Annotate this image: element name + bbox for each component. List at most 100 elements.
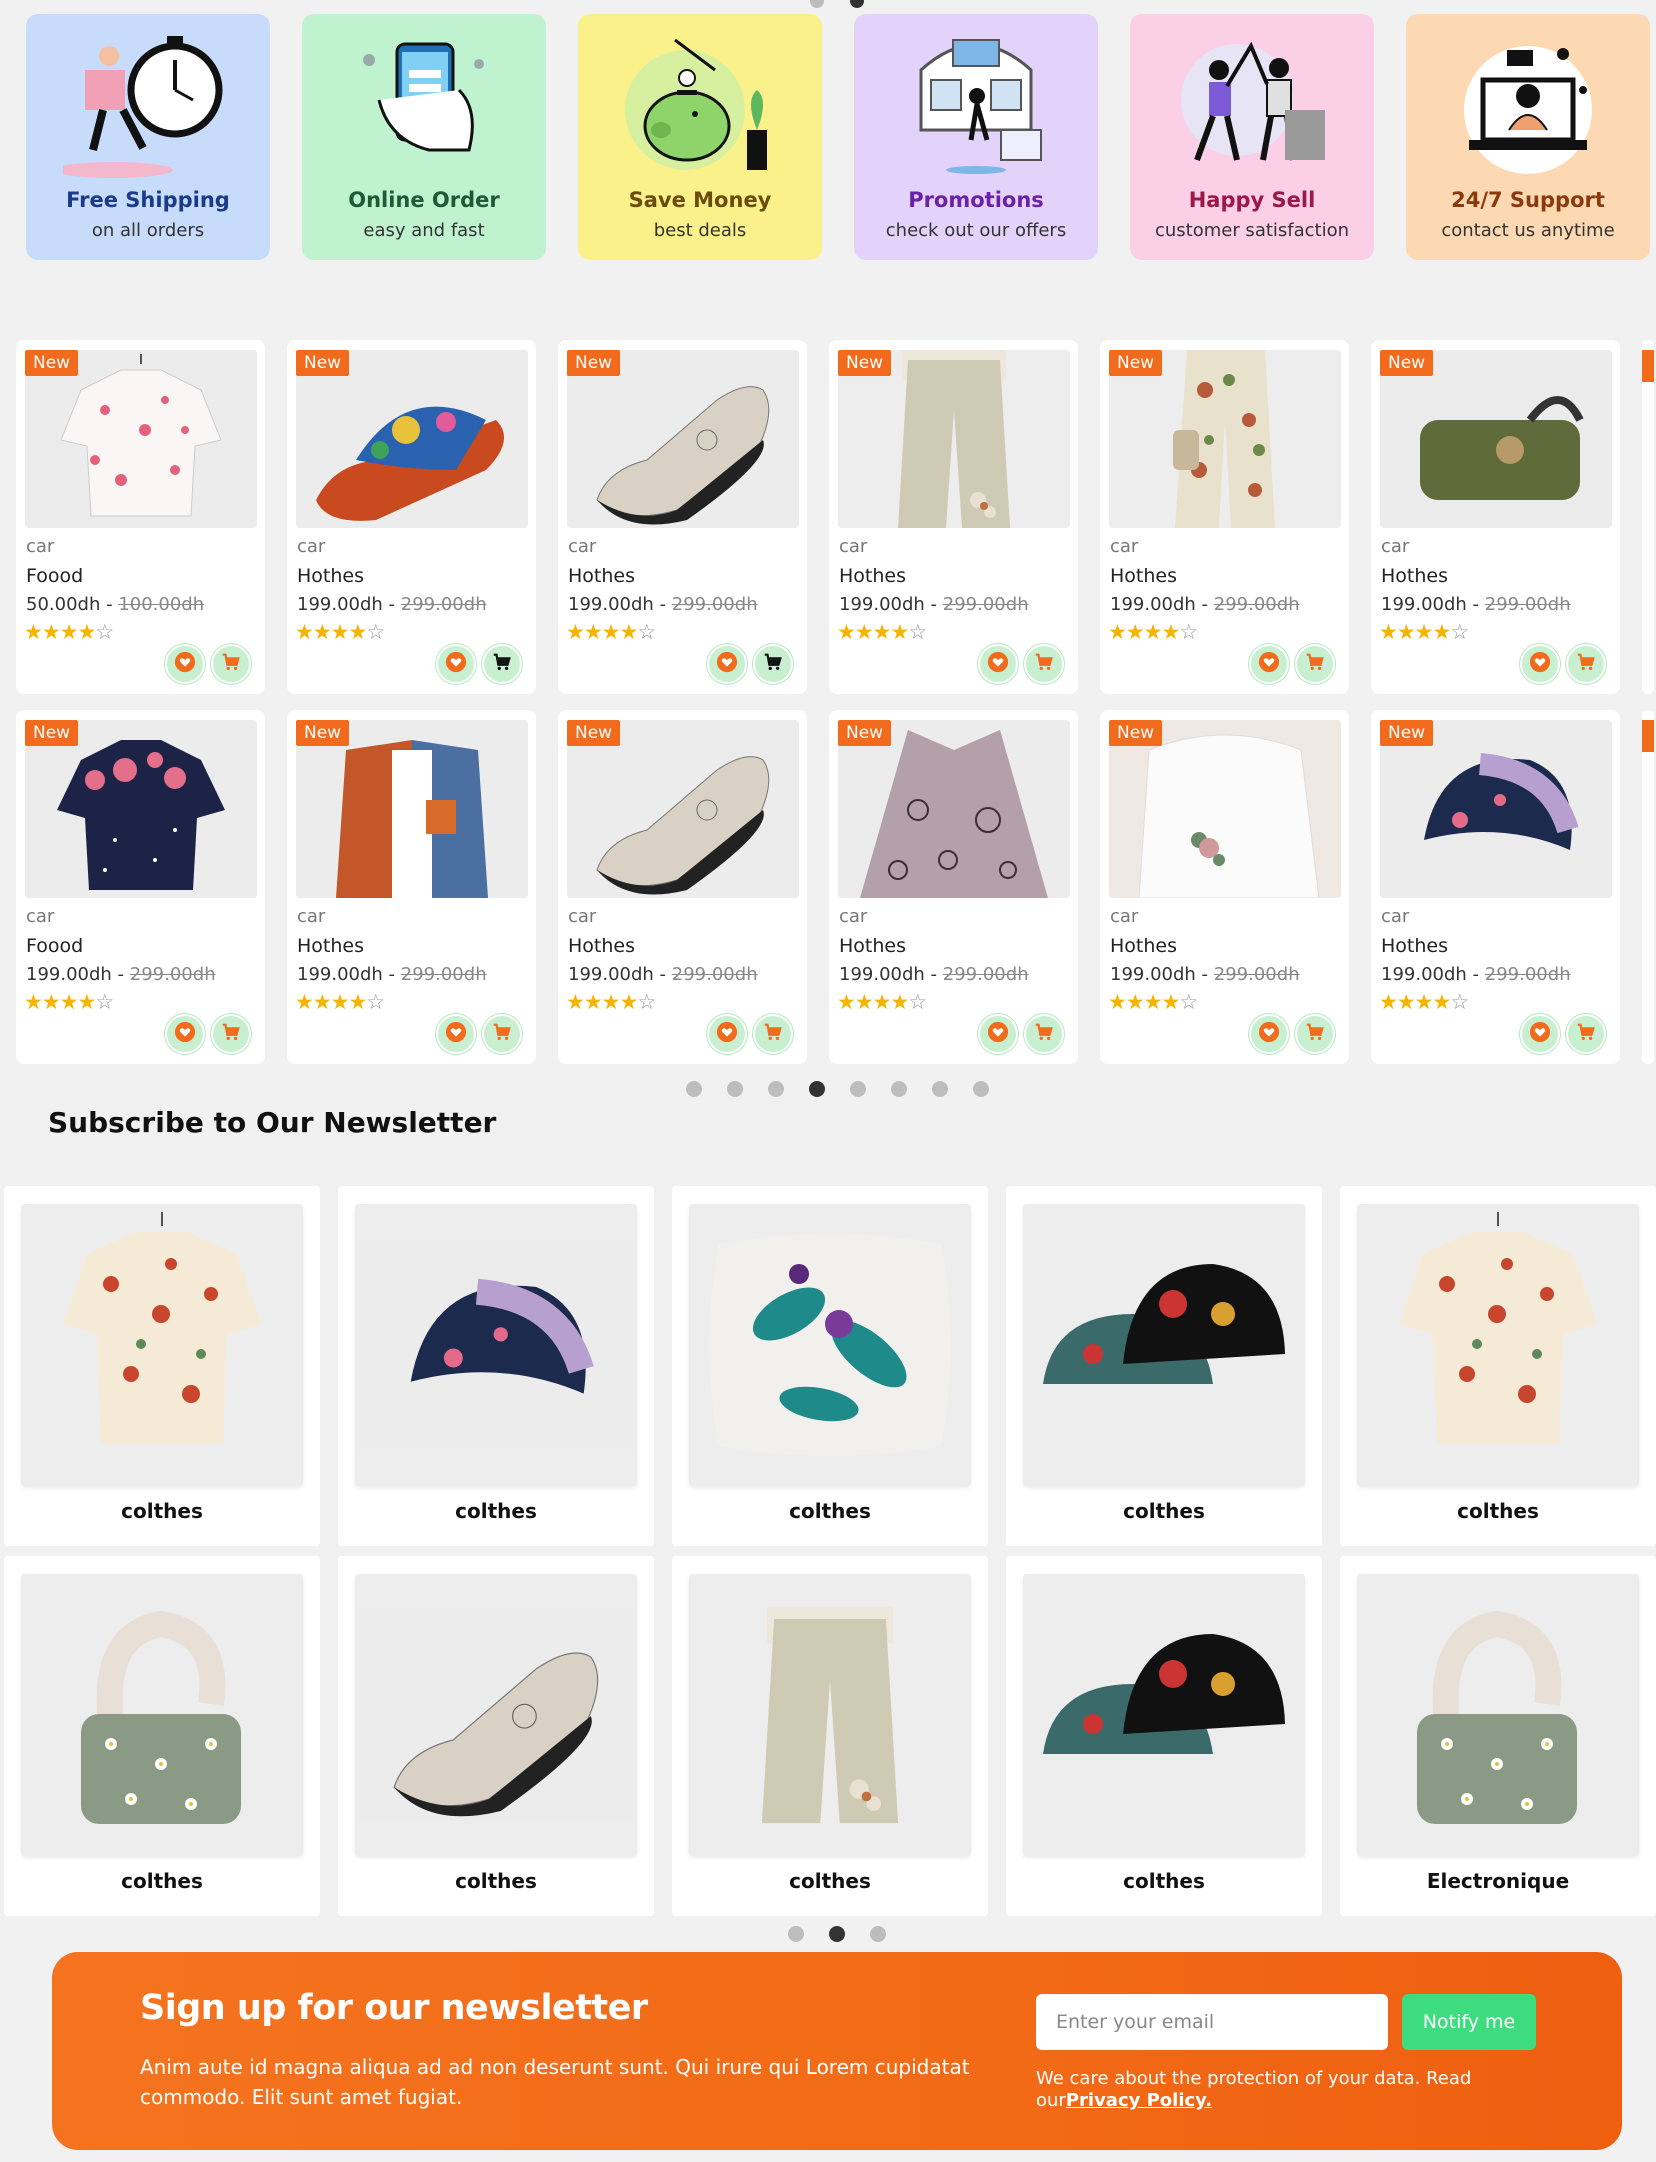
category-image[interactable]	[1357, 1204, 1639, 1486]
add-to-cart-button[interactable]	[1295, 1014, 1335, 1054]
add-to-cart-button[interactable]	[1024, 1014, 1064, 1054]
product-carousel-dot[interactable]	[686, 1081, 702, 1097]
feature-card[interactable]: Save Money best deals	[578, 14, 822, 260]
category-name[interactable]: colthes	[672, 1869, 988, 1893]
product-card[interactable]: New car Foood 199.00dh - 299.00dh ★★★★☆	[16, 710, 265, 1064]
product-carousel-dot[interactable]	[850, 1081, 866, 1097]
product-carousel-dot[interactable]	[891, 1081, 907, 1097]
add-to-cart-button[interactable]	[482, 1014, 522, 1054]
product-card[interactable]: New car Hothes 199.00dh - 299.00dh ★★★★☆	[287, 710, 536, 1064]
category-image[interactable]	[1023, 1204, 1305, 1486]
category-image[interactable]	[1357, 1574, 1639, 1856]
wishlist-button[interactable]	[1520, 644, 1560, 684]
product-carousel-dot[interactable]	[768, 1081, 784, 1097]
add-to-cart-button[interactable]	[482, 644, 522, 684]
product-name[interactable]: Hothes	[568, 935, 635, 957]
product-card[interactable]: New car Hothes 199.00dh - 299.00dh ★★★★☆	[829, 340, 1078, 694]
category-card[interactable]: colthes	[1340, 1186, 1656, 1546]
product-name[interactable]: Hothes	[1381, 565, 1448, 587]
product-image[interactable]	[1109, 350, 1341, 528]
wishlist-button[interactable]	[436, 1014, 476, 1054]
product-card-partial[interactable]	[1642, 340, 1654, 694]
product-image[interactable]	[296, 720, 528, 898]
product-carousel-dot[interactable]	[932, 1081, 948, 1097]
feature-card[interactable]: Free Shipping on all orders	[26, 14, 270, 260]
product-name[interactable]: Hothes	[839, 565, 906, 587]
product-card[interactable]: New car Hothes 199.00dh - 299.00dh ★★★★☆	[558, 340, 807, 694]
category-image[interactable]	[21, 1574, 303, 1856]
product-name[interactable]: Hothes	[1381, 935, 1448, 957]
product-card-partial[interactable]	[1642, 710, 1654, 1064]
product-name[interactable]: Hothes	[568, 565, 635, 587]
category-card[interactable]: colthes	[338, 1556, 654, 1916]
wishlist-button[interactable]	[978, 644, 1018, 684]
category-carousel-dot[interactable]	[788, 1926, 804, 1942]
add-to-cart-button[interactable]	[753, 1014, 793, 1054]
privacy-policy-link[interactable]: Privacy Policy.	[1066, 2090, 1212, 2111]
category-name[interactable]: colthes	[338, 1869, 654, 1893]
product-name[interactable]: Hothes	[1110, 565, 1177, 587]
email-input[interactable]	[1036, 1994, 1388, 2050]
category-carousel-dot[interactable]	[870, 1926, 886, 1942]
add-to-cart-button[interactable]	[211, 1014, 251, 1054]
wishlist-button[interactable]	[707, 644, 747, 684]
category-carousel-dot-active[interactable]	[829, 1926, 845, 1942]
category-card[interactable]: Electronique	[1340, 1556, 1656, 1916]
product-name[interactable]: Hothes	[1110, 935, 1177, 957]
product-image[interactable]	[1109, 720, 1341, 898]
product-image[interactable]	[838, 350, 1070, 528]
category-card[interactable]: colthes	[4, 1556, 320, 1916]
product-carousel-dot[interactable]	[973, 1081, 989, 1097]
product-carousel-dot-active[interactable]	[809, 1081, 825, 1097]
product-image[interactable]	[567, 720, 799, 898]
product-card[interactable]: New car Hothes 199.00dh - 299.00dh ★★★★☆	[1371, 710, 1620, 1064]
category-card[interactable]: colthes	[1006, 1186, 1322, 1546]
add-to-cart-button[interactable]	[1295, 644, 1335, 684]
category-image[interactable]	[355, 1204, 637, 1486]
product-card[interactable]: New car Hothes 199.00dh - 299.00dh ★★★★☆	[558, 710, 807, 1064]
add-to-cart-button[interactable]	[753, 644, 793, 684]
feature-card[interactable]: 24/7 Support contact us anytime	[1406, 14, 1650, 260]
category-name[interactable]: colthes	[1006, 1869, 1322, 1893]
category-card[interactable]: colthes	[672, 1556, 988, 1916]
category-card[interactable]: colthes	[672, 1186, 988, 1546]
product-card[interactable]: New car Hothes 199.00dh - 299.00dh ★★★★☆	[287, 340, 536, 694]
product-card[interactable]: New car Hothes 199.00dh - 299.00dh ★★★★☆	[1100, 340, 1349, 694]
product-name[interactable]: Foood	[26, 565, 83, 587]
category-image[interactable]	[355, 1574, 637, 1856]
feature-card[interactable]: Online Order easy and fast	[302, 14, 546, 260]
category-name[interactable]: Electronique	[1340, 1869, 1656, 1893]
product-image[interactable]	[567, 350, 799, 528]
product-card[interactable]: New car Foood 50.00dh - 100.00dh ★★★★☆	[16, 340, 265, 694]
category-image[interactable]	[1023, 1574, 1305, 1856]
category-image[interactable]	[689, 1204, 971, 1486]
category-name[interactable]: colthes	[1006, 1499, 1322, 1523]
add-to-cart-button[interactable]	[1566, 644, 1606, 684]
carousel-dot-active[interactable]	[850, 0, 864, 8]
product-card[interactable]: New car Hothes 199.00dh - 299.00dh ★★★★☆	[1100, 710, 1349, 1064]
product-name[interactable]: Hothes	[839, 935, 906, 957]
wishlist-button[interactable]	[165, 644, 205, 684]
product-image[interactable]	[838, 720, 1070, 898]
wishlist-button[interactable]	[978, 1014, 1018, 1054]
product-name[interactable]: Foood	[26, 935, 83, 957]
category-card[interactable]: colthes	[4, 1186, 320, 1546]
wishlist-button[interactable]	[436, 644, 476, 684]
add-to-cart-button[interactable]	[1024, 644, 1064, 684]
notify-me-button[interactable]: Notify me	[1402, 1994, 1536, 2050]
wishlist-button[interactable]	[1520, 1014, 1560, 1054]
add-to-cart-button[interactable]	[1566, 1014, 1606, 1054]
product-image[interactable]	[1380, 350, 1612, 528]
product-image[interactable]	[1380, 720, 1612, 898]
wishlist-button[interactable]	[165, 1014, 205, 1054]
product-name[interactable]: Hothes	[297, 565, 364, 587]
product-card[interactable]: New car Hothes 199.00dh - 299.00dh ★★★★☆	[1371, 340, 1620, 694]
product-carousel-dot[interactable]	[727, 1081, 743, 1097]
category-card[interactable]: colthes	[338, 1186, 654, 1546]
product-name[interactable]: Hothes	[297, 935, 364, 957]
add-to-cart-button[interactable]	[211, 644, 251, 684]
category-image[interactable]	[689, 1574, 971, 1856]
category-name[interactable]: colthes	[338, 1499, 654, 1523]
feature-card[interactable]: Happy Sell customer satisfaction	[1130, 14, 1374, 260]
category-name[interactable]: colthes	[1340, 1499, 1656, 1523]
